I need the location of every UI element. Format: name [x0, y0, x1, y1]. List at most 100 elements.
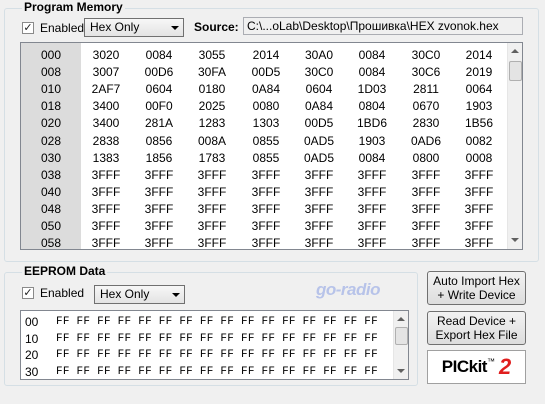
memory-cell[interactable]: 3FFF [135, 185, 183, 199]
eeprom-row-data[interactable]: FF FF FF FF FF FF FF FF FF FF FF FF FF F… [56, 316, 378, 328]
memory-cell[interactable]: 3FFF [455, 185, 503, 199]
memory-cell[interactable]: 3FFF [402, 168, 450, 182]
memory-cell[interactable]: 3FFF [188, 236, 236, 249]
eeprom-grid[interactable]: 00 FF FF FF FF FF FF FF FF FF FF FF FF FF… [20, 310, 409, 380]
memory-cell[interactable]: 0856 [135, 134, 183, 148]
memory-cell[interactable]: 1903 [348, 134, 396, 148]
memory-cell[interactable]: 0084 [348, 151, 396, 165]
memory-cell[interactable]: 3FFF [348, 202, 396, 216]
memory-cell[interactable]: 3FFF [455, 202, 503, 216]
memory-cell[interactable]: 3FFF [348, 219, 396, 233]
memory-cell[interactable]: 3FFF [455, 168, 503, 182]
scroll-up-arrow-icon[interactable] [397, 317, 405, 321]
memory-cell[interactable]: 3FFF [402, 185, 450, 199]
memory-cell[interactable]: 1856 [135, 151, 183, 165]
memory-cell[interactable]: 30A0 [295, 48, 343, 62]
memory-cell[interactable]: 3FFF [188, 202, 236, 216]
memory-cell[interactable]: 2019 [455, 65, 503, 79]
memory-cell[interactable]: 3FFF [242, 202, 290, 216]
memory-cell[interactable]: 0604 [135, 82, 183, 96]
auto-import-write-button[interactable]: Auto Import Hex + Write Device [427, 271, 526, 305]
memory-cell[interactable]: 3055 [188, 48, 236, 62]
eeprom-scrollbar[interactable] [393, 311, 408, 379]
memory-cell[interactable]: 0604 [295, 82, 343, 96]
memory-cell[interactable]: 3FFF [135, 236, 183, 249]
memory-cell[interactable]: 0800 [402, 151, 450, 165]
eeprom-enabled-checkbox[interactable]: ✓ [22, 287, 34, 299]
memory-cell[interactable]: 2014 [455, 48, 503, 62]
memory-cell[interactable]: 3FFF [135, 202, 183, 216]
memory-cell[interactable]: 0855 [242, 151, 290, 165]
memory-cell[interactable]: 1303 [242, 116, 290, 130]
memory-cell[interactable]: 3FFF [82, 219, 130, 233]
scroll-down-arrow-icon[interactable] [511, 238, 519, 242]
memory-cell[interactable]: 0670 [402, 99, 450, 113]
scrollbar-thumb[interactable] [509, 61, 522, 81]
memory-cell[interactable]: 0AD6 [402, 134, 450, 148]
memory-cell[interactable]: 00D5 [242, 65, 290, 79]
scroll-down-arrow-icon[interactable] [397, 369, 405, 373]
memory-cell[interactable]: 2025 [188, 99, 236, 113]
program-memory-grid[interactable]: 000 3020 0084 3055 2014 30A0 0084 30C0 2014 008 30… [20, 42, 523, 250]
memory-cell[interactable]: 3FFF [402, 219, 450, 233]
eeprom-row-data[interactable]: FF FF FF FF FF FF FF FF FF FF FF FF FF F… [56, 333, 378, 345]
memory-cell[interactable]: 3FFF [188, 185, 236, 199]
memory-cell[interactable]: 3FFF [82, 185, 130, 199]
memory-cell[interactable]: 3007 [82, 65, 130, 79]
memory-cell[interactable]: 3FFF [455, 236, 503, 249]
memory-cell[interactable]: 2AF7 [82, 82, 130, 96]
memory-cell[interactable]: 1D03 [348, 82, 396, 96]
eeprom-mode-select[interactable]: Hex Only [94, 285, 185, 304]
program-memory-scrollbar[interactable] [507, 43, 522, 249]
memory-cell[interactable]: 1783 [188, 151, 236, 165]
scroll-up-arrow-icon[interactable] [511, 49, 519, 53]
memory-cell[interactable]: 3FFF [242, 236, 290, 249]
memory-cell[interactable]: 00F0 [135, 99, 183, 113]
memory-cell[interactable]: 0804 [348, 99, 396, 113]
memory-cell[interactable]: 0AD5 [295, 134, 343, 148]
memory-cell[interactable]: 3FFF [82, 202, 130, 216]
memory-cell[interactable]: 30C6 [402, 65, 450, 79]
memory-cell[interactable]: 30C0 [402, 48, 450, 62]
memory-cell[interactable]: 0A84 [242, 82, 290, 96]
memory-cell[interactable]: 3FFF [82, 236, 130, 249]
memory-cell[interactable]: 0064 [455, 82, 503, 96]
memory-cell[interactable]: 3400 [82, 116, 130, 130]
memory-cell[interactable]: 3FFF [455, 219, 503, 233]
memory-cell[interactable]: 008A [188, 134, 236, 148]
memory-cell[interactable]: 00D6 [135, 65, 183, 79]
memory-cell[interactable]: 0084 [135, 48, 183, 62]
memory-cell[interactable]: 3FFF [188, 168, 236, 182]
memory-cell[interactable]: 0AD5 [295, 151, 343, 165]
memory-cell[interactable]: 1283 [188, 116, 236, 130]
memory-cell[interactable]: 30FA [188, 65, 236, 79]
memory-cell[interactable]: 0084 [348, 48, 396, 62]
memory-cell[interactable]: 1B56 [455, 116, 503, 130]
memory-cell[interactable]: 1BD6 [348, 116, 396, 130]
memory-cell[interactable]: 2811 [402, 82, 450, 96]
memory-cell[interactable]: 3FFF [348, 168, 396, 182]
memory-cell[interactable]: 3FFF [295, 185, 343, 199]
read-export-button[interactable]: Read Device + Export Hex File [427, 311, 526, 345]
program-memory-mode-select[interactable]: Hex Only [84, 18, 184, 37]
memory-cell[interactable]: 0084 [348, 65, 396, 79]
memory-cell[interactable]: 3FFF [348, 236, 396, 249]
memory-cell[interactable]: 3FFF [82, 168, 130, 182]
memory-cell[interactable]: 281A [135, 116, 183, 130]
memory-cell[interactable]: 3FFF [242, 219, 290, 233]
memory-cell[interactable]: 3FFF [135, 219, 183, 233]
memory-cell[interactable]: 3FFF [402, 202, 450, 216]
memory-cell[interactable]: 2014 [242, 48, 290, 62]
eeprom-row-data[interactable]: FF FF FF FF FF FF FF FF FF FF FF FF FF F… [56, 349, 378, 361]
memory-cell[interactable]: 30C0 [295, 65, 343, 79]
memory-cell[interactable]: 3FFF [242, 168, 290, 182]
memory-cell[interactable]: 0855 [242, 134, 290, 148]
memory-cell[interactable]: 0082 [455, 134, 503, 148]
memory-cell[interactable]: 0A84 [295, 99, 343, 113]
memory-cell[interactable]: 3FFF [402, 236, 450, 249]
memory-cell[interactable]: 1383 [82, 151, 130, 165]
memory-cell[interactable]: 0008 [455, 151, 503, 165]
memory-cell[interactable]: 0080 [242, 99, 290, 113]
memory-cell[interactable]: 3FFF [295, 236, 343, 249]
memory-cell[interactable]: 3400 [82, 99, 130, 113]
